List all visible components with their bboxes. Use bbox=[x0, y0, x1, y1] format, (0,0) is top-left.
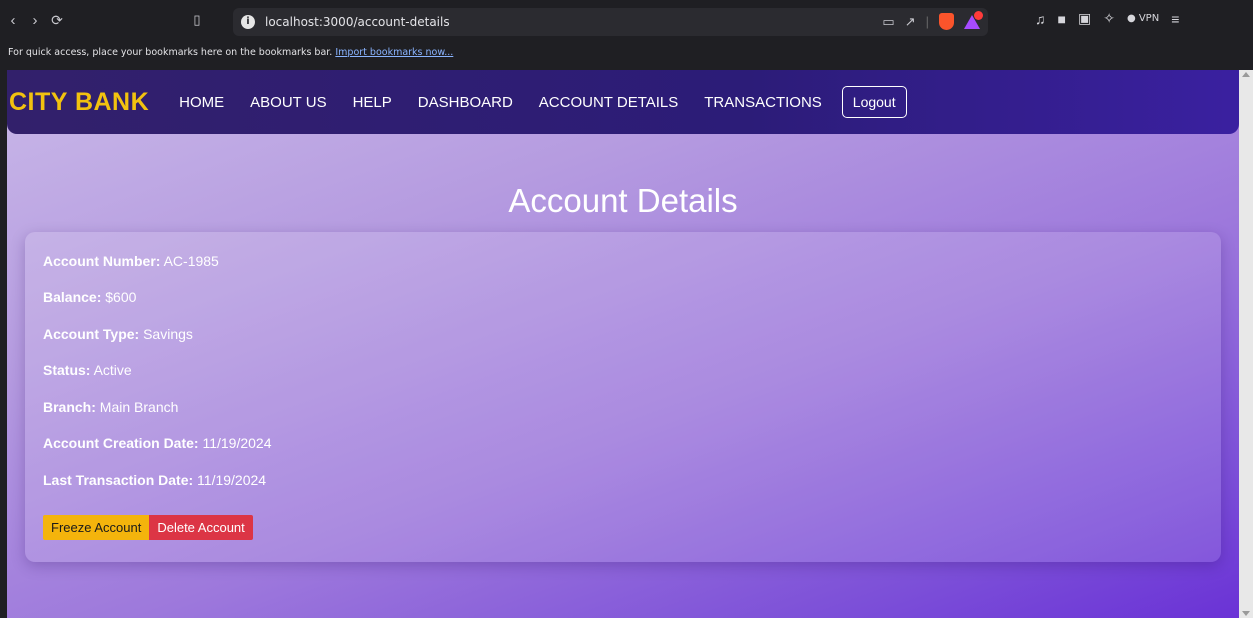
field-label: Last Transaction Date: bbox=[43, 472, 194, 488]
brave-rewards-icon[interactable] bbox=[964, 10, 983, 29]
share-icon[interactable]: ↗ bbox=[905, 14, 916, 30]
nav-account-details[interactable]: ACCOUNT DETAILS bbox=[539, 94, 678, 111]
field-last-transaction-date: Last Transaction Date: 11/19/2024 bbox=[43, 472, 266, 488]
vpn-label: VPN bbox=[1138, 13, 1160, 24]
field-value: Savings bbox=[143, 326, 193, 342]
field-value: 11/19/2024 bbox=[197, 472, 267, 488]
site-navbar: CITY BANK HOME ABOUT US HELP DASHBOARD A… bbox=[7, 70, 1239, 134]
field-creation-date: Account Creation Date: 11/19/2024 bbox=[43, 435, 272, 451]
field-label: Status: bbox=[43, 362, 91, 378]
url-bar[interactable]: i localhost:3000/account-details ▭ ↗ | bbox=[233, 8, 988, 36]
cast-icon[interactable]: ▭ bbox=[882, 14, 894, 30]
nav-dashboard[interactable]: DASHBOARD bbox=[418, 94, 513, 111]
leo-icon[interactable]: ✧ bbox=[1103, 10, 1115, 27]
sidebar-icon[interactable]: ■ bbox=[1058, 11, 1066, 27]
url-text[interactable]: localhost:3000/account-details bbox=[265, 15, 450, 29]
bookmark-icon[interactable]: ▯ bbox=[186, 12, 208, 28]
field-status: Status: Active bbox=[43, 362, 132, 378]
page-title: Account Details bbox=[508, 182, 738, 219]
wallet-icon[interactable]: ▣ bbox=[1078, 10, 1091, 27]
page-scrollbar[interactable] bbox=[1239, 70, 1253, 618]
music-icon[interactable]: ♫ bbox=[1035, 11, 1046, 27]
info-icon[interactable]: i bbox=[241, 15, 255, 29]
field-balance: Balance: $600 bbox=[43, 289, 136, 305]
nav-help[interactable]: HELP bbox=[353, 94, 392, 111]
scroll-down-icon[interactable] bbox=[1242, 611, 1250, 616]
bookmarks-hint: For quick access, place your bookmarks h… bbox=[8, 47, 333, 58]
field-label: Balance: bbox=[43, 289, 102, 305]
field-label: Account Type: bbox=[43, 326, 140, 342]
notification-badge bbox=[974, 10, 983, 20]
field-account-type: Account Type: Savings bbox=[43, 326, 193, 342]
field-branch: Branch: Main Branch bbox=[43, 399, 178, 415]
page-viewport: CITY BANK HOME ABOUT US HELP DASHBOARD A… bbox=[7, 70, 1239, 618]
field-account-number: Account Number: AC-1985 bbox=[43, 253, 219, 269]
field-value: Active bbox=[93, 362, 132, 378]
logout-button[interactable]: Logout bbox=[841, 86, 907, 118]
nav-about-us[interactable]: ABOUT US bbox=[250, 94, 326, 111]
field-value: Main Branch bbox=[99, 399, 179, 415]
field-value: $600 bbox=[105, 289, 137, 305]
bookmarks-bar: For quick access, place your bookmarks h… bbox=[8, 47, 453, 58]
menu-icon[interactable]: ≡ bbox=[1171, 11, 1179, 27]
browser-extensions: ♫ ■ ▣ ✧ ● VPN ≡ bbox=[1035, 10, 1179, 27]
chevron-right-icon[interactable]: › bbox=[24, 12, 46, 29]
brave-shield-icon[interactable] bbox=[939, 13, 954, 30]
account-details-card: Account Number: AC-1985 Balance: $600 Ac… bbox=[25, 232, 1221, 562]
vpn-button[interactable]: ● VPN bbox=[1127, 13, 1159, 24]
nav-links: HOME ABOUT US HELP DASHBOARD ACCOUNT DET… bbox=[179, 86, 907, 118]
nav-transactions[interactable]: TRANSACTIONS bbox=[704, 94, 822, 111]
delete-account-button[interactable]: Delete Account bbox=[149, 515, 253, 540]
chevron-left-icon[interactable]: ‹ bbox=[2, 12, 24, 29]
import-bookmarks-link[interactable]: Import bookmarks now... bbox=[335, 47, 453, 58]
field-value: 11/19/2024 bbox=[202, 435, 272, 451]
scroll-up-icon[interactable] bbox=[1242, 72, 1250, 77]
freeze-account-button[interactable]: Freeze Account bbox=[43, 515, 150, 540]
browser-chrome: ‹ › ⟳ ▯ i localhost:3000/account-details… bbox=[0, 0, 1253, 70]
account-actions: Freeze Account Delete Account bbox=[43, 515, 253, 540]
field-value: AC-1985 bbox=[163, 253, 219, 269]
reload-icon[interactable]: ⟳ bbox=[46, 12, 68, 29]
field-label: Branch: bbox=[43, 399, 96, 415]
field-label: Account Creation Date: bbox=[43, 435, 199, 451]
url-bar-actions: ▭ ↗ | bbox=[882, 10, 983, 30]
field-label: Account Number: bbox=[43, 253, 161, 269]
nav-home[interactable]: HOME bbox=[179, 94, 224, 111]
brand-logo[interactable]: CITY BANK bbox=[9, 88, 149, 117]
